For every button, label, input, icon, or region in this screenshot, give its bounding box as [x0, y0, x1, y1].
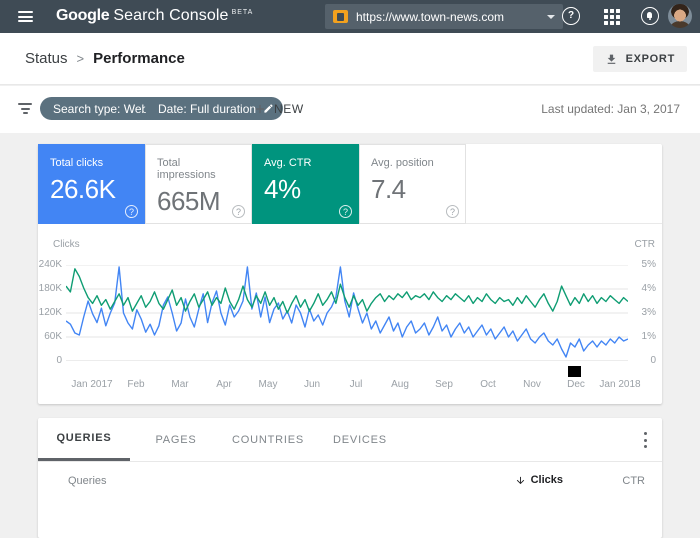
breadcrumb-bar: Status > Performance EXPORT [0, 33, 700, 85]
chip-label: Date: Full duration [158, 101, 257, 116]
metric-label: Avg. CTR [264, 157, 312, 169]
help-icon[interactable]: ? [339, 205, 352, 218]
page-title: Performance [93, 50, 185, 67]
more-options-icon[interactable] [644, 432, 648, 448]
y-axis-left-tick: 180K [38, 283, 62, 294]
table-header-row: Queries Clicks CTR [38, 462, 662, 499]
x-axis-tick: Nov [523, 379, 541, 390]
notifications-icon[interactable] [641, 7, 659, 25]
column-header-ctr[interactable]: CTR [622, 475, 645, 487]
sort-arrow-down-icon [516, 476, 524, 484]
filter-bar: Search type: Web Date: Full duration NEW… [0, 86, 700, 133]
mouse-cursor [568, 366, 581, 377]
help-icon[interactable]: ? [232, 205, 245, 218]
dimension-tabs: QUERIES PAGES COUNTRIES DEVICES [38, 418, 662, 462]
y-axis-left-title: Clicks [53, 239, 80, 250]
x-axis-ticks: Jan 2017 Feb Mar Apr May Jun Jul Aug Sep Oct Nov De… [66, 379, 640, 391]
help-icon[interactable]: ? [125, 205, 138, 218]
y-axis-left-tick: 60K [44, 331, 62, 342]
x-axis-tick: Jul [349, 379, 363, 390]
y-axis-left-tick: 0 [56, 355, 62, 366]
x-axis-tick: Sep [435, 379, 453, 390]
y-axis-right-tick: 3% [641, 307, 656, 318]
menu-icon[interactable] [18, 11, 33, 22]
export-button[interactable]: EXPORT [592, 46, 687, 72]
performance-card: Total clicks 26.6K? Total impressions 665M?… [38, 144, 662, 404]
y-axis-left-ticks: 240K 180K 120K 60K 0 [38, 260, 62, 366]
last-updated-text: Last updated: Jan 3, 2017 [541, 102, 680, 116]
x-axis-tick: Jan 2017 [71, 379, 113, 390]
chip-label: Search type: Web [53, 101, 149, 116]
performance-chart[interactable] [66, 265, 628, 361]
metric-card-total-impressions[interactable]: Total impressions 665M? [145, 144, 252, 224]
property-url: https://www.town-news.com [356, 9, 505, 24]
dimensions-card: QUERIES PAGES COUNTRIES DEVICES Queries Cli… [38, 418, 662, 538]
x-axis-tick: Jun [303, 379, 321, 390]
export-label: EXPORT [625, 53, 675, 65]
y-axis-right-tick: 4% [641, 283, 656, 294]
y-axis-right-title: CTR [634, 239, 655, 250]
avatar[interactable] [668, 4, 692, 28]
new-label: NEW [274, 101, 304, 116]
chevron-down-icon [547, 14, 555, 19]
x-axis-tick: Mar [171, 379, 189, 390]
y-axis-right-tick: 1% [641, 331, 656, 342]
apps-grid-icon[interactable] [604, 9, 620, 25]
metric-card-avg-position[interactable]: Avg. position 7.4? [359, 144, 466, 224]
property-selector[interactable]: https://www.town-news.com [325, 4, 563, 29]
y-axis-right-ticks: 5% 4% 3% 1% 0 [634, 260, 656, 366]
column-header-queries[interactable]: Queries [68, 475, 107, 487]
tab-pages[interactable]: PAGES [130, 418, 222, 461]
metric-cards: Total clicks 26.6K? Total impressions 665M?… [38, 144, 662, 224]
metric-label: Total impressions [157, 157, 216, 181]
x-axis-tick: Jan 2018 [599, 379, 641, 390]
chart-block: Clicks CTR 240K 180K 120K 60K 0 5% 4% 3% 1% 0 Ja… [38, 224, 662, 403]
x-axis-tick: Dec [567, 379, 585, 390]
metric-value: 4% [264, 174, 301, 204]
y-axis-right-tick: 5% [641, 259, 656, 270]
app-logo: Google Search Console BETA [56, 7, 253, 25]
breadcrumb-status[interactable]: Status [25, 50, 68, 67]
metric-label: Total clicks [50, 157, 104, 169]
x-axis-tick: Apr [216, 379, 232, 390]
metric-value: 26.6K [50, 174, 116, 204]
metric-label: Avg. position [371, 157, 434, 169]
help-icon[interactable]: ? [562, 7, 580, 25]
series-clicks [66, 266, 628, 358]
breadcrumb: Status > Performance [25, 50, 185, 67]
property-icon [333, 10, 348, 23]
tab-countries[interactable]: COUNTRIES [222, 418, 314, 461]
plus-icon [255, 104, 265, 113]
logo-google: Google [56, 7, 110, 24]
download-icon [607, 54, 615, 64]
y-axis-left-tick: 240K [38, 259, 62, 270]
column-header-clicks[interactable]: Clicks [515, 474, 563, 486]
y-axis-right-tick: 0 [650, 355, 656, 366]
metric-value: 7.4 [371, 174, 406, 204]
x-axis-tick: Oct [480, 379, 496, 390]
new-filter-button[interactable]: NEW [253, 97, 304, 120]
x-axis-tick: May [258, 379, 278, 390]
y-axis-left-tick: 120K [38, 307, 62, 318]
clicks-header-label: Clicks [530, 474, 563, 486]
top-app-bar: Google Search Console BETA https://www.tow… [0, 0, 700, 33]
tab-queries[interactable]: QUERIES [38, 418, 130, 461]
beta-badge: BETA [231, 8, 254, 16]
help-icon[interactable]: ? [446, 205, 459, 218]
metric-value: 665M [157, 186, 221, 216]
metric-card-avg-ctr[interactable]: Avg. CTR 4%? [252, 144, 359, 224]
logo-search-console: Search Console [113, 7, 229, 24]
filter-icon[interactable] [18, 103, 32, 114]
metric-card-total-clicks[interactable]: Total clicks 26.6K? [38, 144, 145, 224]
x-axis-tick: Aug [391, 379, 409, 390]
tab-devices[interactable]: DEVICES [314, 418, 406, 461]
x-axis-tick: Feb [127, 379, 145, 390]
breadcrumb-separator: > [76, 51, 85, 66]
